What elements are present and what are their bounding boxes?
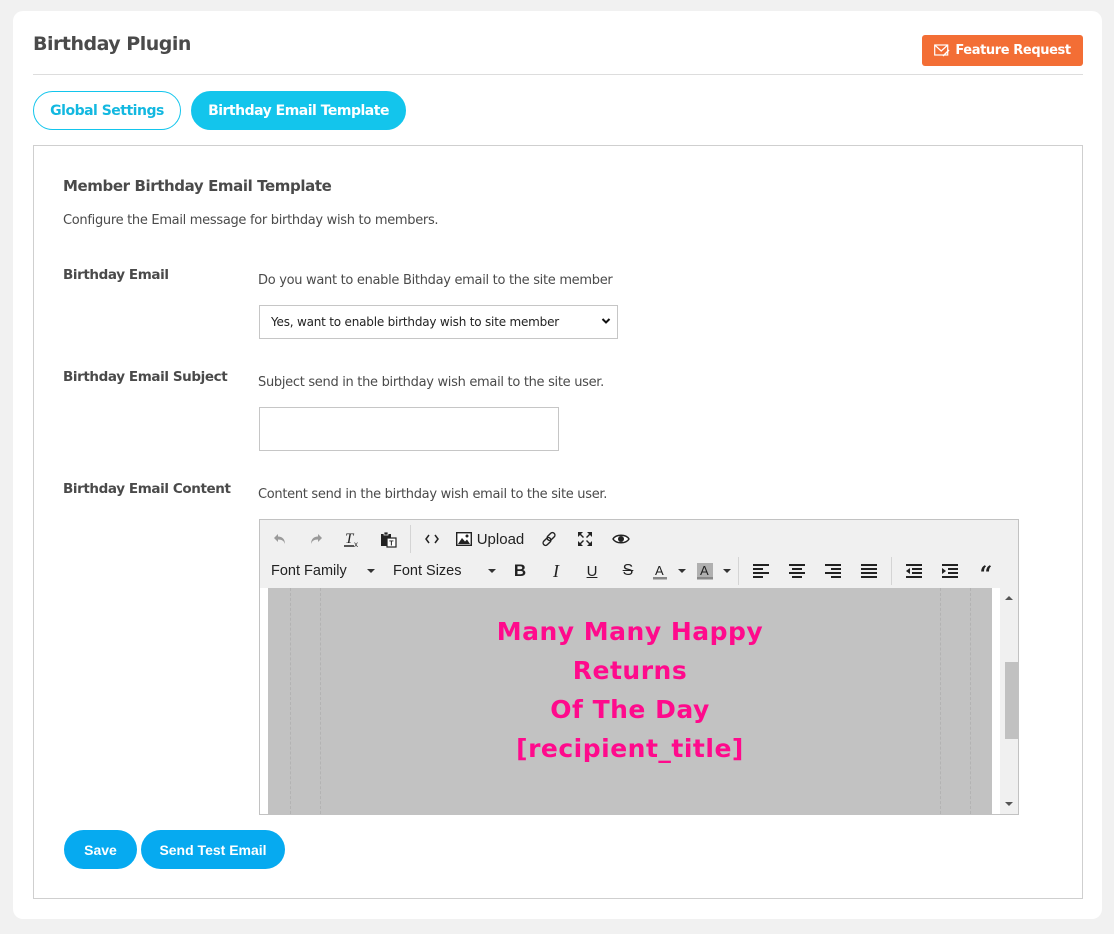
birthday-email-selected: Yes, want to enable birthday wish to sit…	[271, 315, 559, 329]
rich-text-editor: T x T Upload Font Family Font Sizes B I …	[259, 519, 1019, 815]
clear-formatting-icon: T x	[344, 531, 358, 548]
page-title: Birthday Plugin	[33, 33, 191, 55]
section-description: Configure the Email message for birthday…	[63, 213, 439, 228]
outdent-button[interactable]	[896, 557, 932, 585]
subject-help: Subject send in the birthday wish email …	[258, 375, 604, 390]
birthday-email-help: Do you want to enable Bithday email to t…	[258, 273, 613, 288]
editor-content-area[interactable]: Many Many Happy Returns Of The Day [reci…	[260, 588, 1018, 814]
undo-button[interactable]	[262, 525, 298, 553]
align-right-icon	[825, 564, 841, 578]
scroll-thumb[interactable]	[1005, 662, 1018, 739]
fullscreen-icon	[578, 532, 592, 546]
strikethrough-button[interactable]: S	[610, 557, 646, 585]
greeting-line: Returns	[572, 656, 688, 685]
undo-icon	[274, 534, 285, 544]
plugin-card: Birthday Plugin Feature Request Global S…	[13, 11, 1102, 919]
toolbar-separator	[738, 557, 739, 585]
save-button[interactable]: Save	[64, 830, 137, 869]
code-icon	[425, 534, 439, 544]
preview-button[interactable]	[603, 525, 639, 553]
font-sizes-label: Font Sizes	[393, 563, 462, 579]
italic-button[interactable]: I	[538, 557, 574, 585]
indent-button[interactable]	[932, 557, 968, 585]
align-center-icon	[789, 564, 805, 578]
caret-down-icon	[488, 569, 496, 573]
toolbar-row-2: Font Family Font Sizes B I U S A A “	[260, 555, 1004, 588]
background-color-icon: A	[697, 563, 713, 580]
greeting-line: Of The Day	[550, 695, 710, 724]
align-left-icon	[753, 564, 769, 578]
envelope-edit-icon	[934, 44, 950, 57]
caret-down-icon	[723, 569, 731, 573]
outdent-icon	[906, 564, 922, 578]
bold-button[interactable]: B	[502, 557, 538, 585]
birthday-email-label: Birthday Email	[63, 267, 169, 283]
quote-icon: “	[979, 562, 993, 588]
editor-scrollbar[interactable]	[1000, 588, 1018, 814]
content-help: Content send in the birthday wish email …	[258, 487, 608, 502]
italic-icon: I	[553, 560, 559, 581]
font-family-dropdown[interactable]: Font Family	[260, 557, 382, 585]
bold-icon: B	[513, 561, 527, 580]
chevron-down-icon	[601, 318, 611, 324]
strikethrough-icon: S	[622, 562, 634, 579]
toolbar-separator	[891, 557, 892, 585]
caret-down-icon	[367, 569, 375, 573]
scroll-down-arrow-icon[interactable]	[1005, 802, 1013, 806]
font-sizes-dropdown[interactable]: Font Sizes	[382, 557, 502, 585]
underline-button[interactable]: U	[574, 557, 610, 585]
feature-request-label: Feature Request	[955, 43, 1071, 58]
source-code-button[interactable]	[415, 525, 449, 553]
text-color-dropdown[interactable]	[674, 557, 690, 585]
fullscreen-button[interactable]	[567, 525, 603, 553]
svg-text:T: T	[389, 540, 394, 547]
subject-label: Birthday Email Subject	[63, 369, 228, 385]
align-justify-button[interactable]	[851, 557, 887, 585]
align-right-button[interactable]	[815, 557, 851, 585]
indent-icon	[942, 564, 958, 578]
tab-global-settings[interactable]: Global Settings	[33, 91, 181, 130]
svg-text:A: A	[655, 563, 664, 578]
paste-text-icon: T	[380, 531, 397, 548]
eye-icon	[612, 534, 630, 544]
underline-icon: U	[586, 562, 598, 580]
text-color-button[interactable]: A	[646, 557, 674, 585]
insert-link-button[interactable]	[531, 525, 567, 553]
template-panel: Member Birthday Email Template Configure…	[33, 145, 1083, 899]
upload-label: Upload	[476, 530, 525, 548]
header-divider	[33, 74, 1083, 75]
text-color-icon: A	[653, 563, 667, 580]
subject-input[interactable]	[259, 407, 559, 451]
feature-request-button[interactable]: Feature Request	[922, 35, 1083, 66]
redo-icon	[311, 534, 322, 544]
paste-text-button[interactable]: T	[370, 525, 406, 553]
align-center-button[interactable]	[779, 557, 815, 585]
toolbar-separator	[410, 525, 411, 553]
image-icon	[455, 532, 472, 546]
blockquote-button[interactable]: “	[968, 557, 1004, 588]
background-color-button[interactable]: A	[690, 557, 720, 585]
content-label: Birthday Email Content	[63, 481, 231, 497]
scroll-up-arrow-icon[interactable]	[1005, 596, 1013, 600]
align-left-button[interactable]	[743, 557, 779, 585]
send-test-email-button[interactable]: Send Test Email	[141, 830, 285, 869]
toolbar-row-1: T x T Upload	[260, 523, 639, 555]
tab-birthday-email-template[interactable]: Birthday Email Template	[191, 91, 406, 130]
email-canvas: Many Many Happy Returns Of The Day [reci…	[268, 588, 992, 814]
greeting-line: [recipient_title]	[516, 734, 744, 763]
greeting-text: Many Many Happy Returns Of The Day [reci…	[268, 612, 992, 768]
caret-down-icon	[678, 569, 686, 573]
upload-image-button[interactable]: Upload	[449, 525, 531, 553]
greeting-line: Many Many Happy	[496, 617, 764, 646]
birthday-email-select[interactable]: Yes, want to enable birthday wish to sit…	[259, 305, 618, 339]
section-title: Member Birthday Email Template	[63, 177, 332, 195]
clear-formatting-button[interactable]: T x	[334, 525, 370, 553]
redo-button[interactable]	[298, 525, 334, 553]
font-family-label: Font Family	[271, 563, 347, 579]
align-justify-icon	[861, 564, 877, 578]
svg-text:x: x	[354, 540, 358, 548]
svg-text:A: A	[700, 563, 709, 578]
link-icon	[542, 531, 556, 547]
background-color-dropdown[interactable]	[720, 557, 734, 585]
